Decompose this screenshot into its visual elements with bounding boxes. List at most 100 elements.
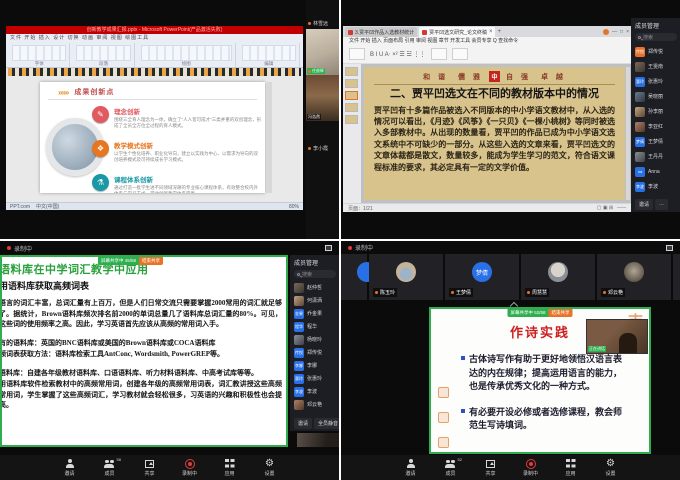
- school-seal-icon: 中: [489, 71, 500, 82]
- participant-video[interactable]: 梦倩王梦倩: [445, 254, 519, 300]
- member-row[interactable]: 何潇洒: [294, 294, 336, 307]
- member-row[interactable]: 李亚红: [635, 119, 677, 134]
- participant-audio-row[interactable]: 李小霞: [306, 143, 339, 154]
- ribbon-buttons[interactable]: [141, 45, 232, 61]
- font-controls[interactable]: B I U A‧ ×² ☰ ☱ ⋮⋮: [370, 51, 426, 58]
- participant-audio-row[interactable]: 林雪远: [306, 18, 339, 29]
- slide-thumb[interactable]: [345, 103, 358, 112]
- document-tab-active[interactable]: 贾平凹选文研究_论文终稿×: [419, 27, 495, 37]
- slide-thumb[interactable]: [345, 115, 358, 124]
- stop-share-button[interactable]: 结束共享: [549, 309, 573, 317]
- menu-bar[interactable]: 文件 开始 插入 页面布局 引用 审阅 视图 章节 开发工具 会员专享 Q 查找…: [343, 37, 631, 45]
- mute-all-button[interactable]: 全员静音: [314, 418, 339, 429]
- ribbon-group-font[interactable]: 字体: [9, 43, 70, 67]
- status-language[interactable]: 中文(中国): [36, 203, 59, 210]
- paste-button[interactable]: [349, 48, 365, 60]
- member-row[interactable]: 李娜李娜: [294, 359, 336, 372]
- member-row[interactable]: 传悦郑传悦: [635, 44, 677, 59]
- document-tab[interactable]: 3.贾平凹作品入选教材统计: [345, 27, 417, 37]
- member-search[interactable]: 搜索: [635, 33, 677, 41]
- participant-video[interactable]: 周慧慧: [521, 254, 595, 300]
- stop-share-button[interactable]: 结束共享: [139, 257, 163, 265]
- invite-button[interactable]: 邀请: [635, 199, 653, 210]
- member-row[interactable]: 梦倩王梦倩: [635, 134, 677, 149]
- ribbon-buttons[interactable]: [242, 45, 296, 61]
- account-avatar[interactable]: [603, 29, 609, 35]
- ribbon-group-drawing[interactable]: 绘图: [138, 43, 236, 67]
- participant-video-partial[interactable]: [341, 254, 367, 300]
- ribbon-group-paragraph[interactable]: 段落: [73, 43, 134, 67]
- ribbon-tabs[interactable]: 文件 开始 插入 设计 切换 动画 审阅 视图 绘图工具: [6, 34, 303, 43]
- member-search[interactable]: 搜索: [294, 270, 336, 278]
- member-row[interactable]: 孙李丽: [635, 104, 677, 119]
- member-row[interactable]: 传悦郑传悦: [294, 346, 336, 359]
- participant-video-partial[interactable]: [673, 254, 680, 300]
- self-video-thumbnail[interactable]: [297, 433, 339, 447]
- speaker-video-overlay[interactable]: 正在讲话: [586, 319, 648, 354]
- members-button[interactable]: 58成员: [98, 459, 122, 477]
- member-row[interactable]: 惠玲张惠玲: [635, 74, 677, 89]
- slide-thumb[interactable]: [345, 79, 358, 88]
- styles-button[interactable]: [431, 48, 447, 60]
- new-tab-button[interactable]: +: [497, 29, 501, 35]
- avatar: 惠玲: [635, 77, 645, 87]
- invite-button[interactable]: 邀请: [399, 459, 423, 477]
- recording-button[interactable]: 录制中: [178, 459, 202, 477]
- participant-video[interactable]: 冯浩然: [306, 75, 339, 121]
- participant-video[interactable]: 邓云艳: [597, 254, 671, 300]
- apps-button[interactable]: 应用: [218, 459, 242, 477]
- doc-paragraph: 有的语料库：英国的BNC语料库或美国的Brown语料库或COCA语料库: [0, 338, 282, 349]
- find-replace-button[interactable]: [452, 48, 468, 60]
- member-row[interactable]: 王丹丹: [635, 149, 677, 164]
- settings-button[interactable]: ⚙设置: [599, 459, 623, 477]
- layout-switch-icon[interactable]: [666, 245, 673, 251]
- member-row[interactable]: 李波李波: [294, 385, 336, 398]
- zoom-slider[interactable]: ─◦─: [617, 205, 626, 211]
- member-row[interactable]: 邓云艳: [294, 398, 336, 411]
- vertical-scrollbar[interactable]: [626, 67, 630, 200]
- slide-filmstrip[interactable]: [8, 68, 301, 76]
- participant-video[interactable]: 陈玉玲: [369, 254, 443, 300]
- vertical-scrollbar[interactable]: [267, 82, 272, 193]
- avatar: [635, 152, 645, 162]
- invite-button[interactable]: 邀请: [58, 459, 82, 477]
- layout-switch-icon[interactable]: [325, 245, 332, 251]
- slide-thumb[interactable]: [345, 67, 358, 76]
- view-buttons[interactable]: ▢ ▣ ⊞: [597, 205, 613, 211]
- members-button[interactable]: 52成员: [439, 459, 463, 477]
- zoom-control[interactable]: 80%: [289, 204, 299, 210]
- member-row[interactable]: 程华程华: [294, 320, 336, 333]
- share-button[interactable]: 共享: [479, 459, 503, 477]
- hand-icon: ❖: [92, 140, 109, 157]
- window-controls[interactable]: —□×: [603, 29, 629, 35]
- share-button[interactable]: 共享: [138, 459, 162, 477]
- recording-button[interactable]: 录制中: [519, 459, 543, 477]
- member-row[interactable]: 王雯南: [635, 59, 677, 74]
- close-tab-icon[interactable]: ×: [489, 29, 493, 35]
- recording-label: 录制中: [14, 244, 32, 253]
- member-row[interactable]: 惠玲张惠玲: [294, 372, 336, 385]
- shared-document: 屏幕共享中 45/58 结束共享 语料库在中学词汇教学中应用 用语料库获取高频词…: [0, 255, 288, 447]
- share-control-bar: 屏幕共享中 45/58 结束共享: [98, 257, 163, 265]
- slide-thumb-selected[interactable]: [345, 91, 358, 100]
- meeting-toolbar: 邀请 52成员 共享 录制中 应用 ⚙设置: [341, 455, 680, 480]
- item-title: 课程体系创新: [114, 174, 262, 184]
- member-row[interactable]: 吴晓丽: [635, 89, 677, 104]
- settings-button[interactable]: ⚙设置: [258, 459, 282, 477]
- participant-video[interactable]: 任俊辉: [306, 29, 339, 75]
- member-row[interactable]: 李波李波: [635, 179, 677, 194]
- ribbon-buttons[interactable]: [76, 45, 130, 61]
- search-placeholder: 搜索: [302, 271, 312, 278]
- member-row[interactable]: 金果乔金果: [294, 307, 336, 320]
- meeting-topbar: 录制中: [0, 241, 339, 255]
- member-row[interactable]: naAnna: [635, 164, 677, 179]
- ribbon-buttons[interactable]: [12, 45, 66, 61]
- member-panel-title: 成员管理: [635, 21, 677, 30]
- apps-button[interactable]: 应用: [559, 459, 583, 477]
- ribbon-group-editing[interactable]: 编辑: [239, 43, 300, 67]
- member-panel-buttons: 邀请…: [635, 199, 677, 210]
- invite-button[interactable]: 邀请: [294, 418, 312, 429]
- member-row[interactable]: 杨晓玲: [294, 333, 336, 346]
- member-row[interactable]: 赵仲哲: [294, 281, 336, 294]
- more-button[interactable]: …: [655, 199, 668, 210]
